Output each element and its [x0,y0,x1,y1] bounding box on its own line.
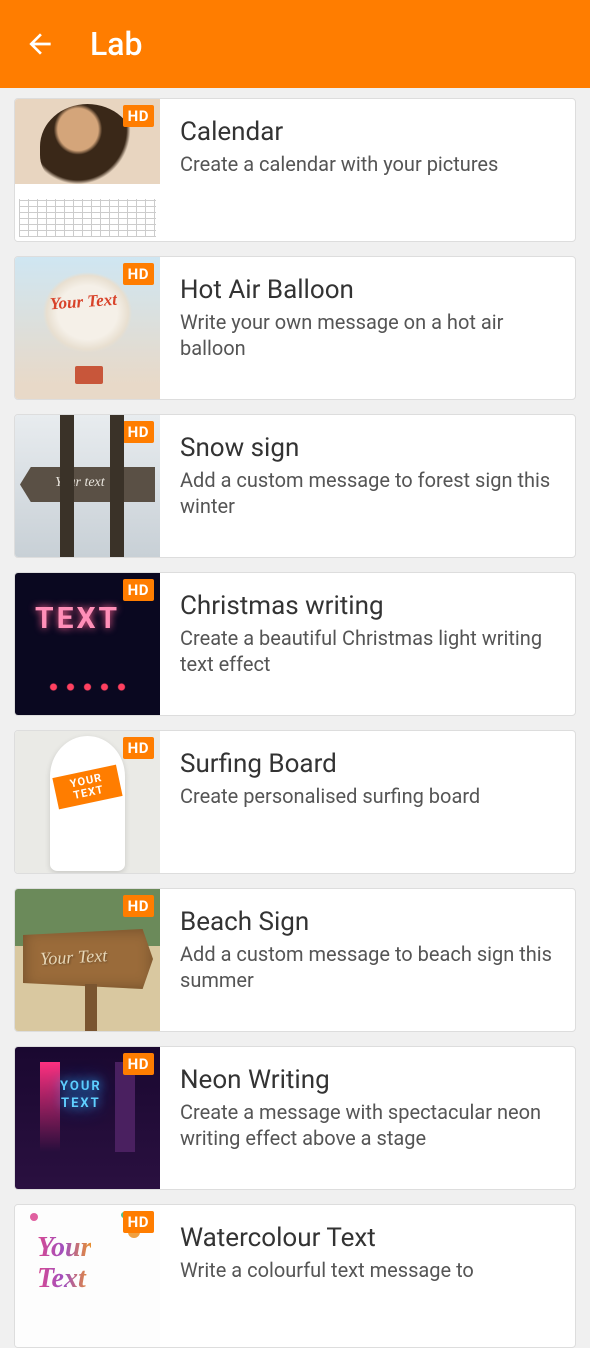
item-description: Add a custom message to forest sign this… [180,467,557,519]
item-info: Neon Writing Create a message with specta… [160,1047,575,1189]
item-info: Hot Air Balloon Write your own message on… [160,257,575,399]
item-thumbnail: YOUR TEXT HD [15,1047,160,1189]
item-description: Add a custom message to beach sign this … [180,941,557,993]
thumbnail-overlay-text: YOUR TEXT [52,765,122,810]
item-thumbnail: Your text HD [15,415,160,557]
list-item[interactable]: Your Text HD Beach Sign Add a custom messag… [14,888,576,1032]
item-info: Calendar Create a calendar with your pict… [160,99,575,241]
item-description: Write your own message on a hot air ball… [180,309,557,361]
item-title: Beach Sign [180,907,557,937]
list-item[interactable]: Your text HD Snow sign Add a custom message… [14,414,576,558]
item-thumbnail: Your Text HD [15,257,160,399]
item-info: Christmas writing Create a beautiful Chri… [160,573,575,715]
thumbnail-overlay-text: Your Text [39,945,107,969]
item-title: Calendar [180,117,557,147]
back-arrow-icon [24,28,56,60]
back-button[interactable] [20,24,60,64]
item-thumbnail: Your Text HD [15,1205,160,1347]
thumbnail-overlay-text: Your text [55,475,105,491]
item-thumbnail: HD [15,99,160,241]
thumbnail-overlay-text: Your Text [37,1233,91,1295]
hd-badge: HD [123,737,154,759]
list-item[interactable]: Your Text HD Hot Air Balloon Write your own… [14,256,576,400]
list-item[interactable]: YOUR TEXTHD Surfing Board Create personali… [14,730,576,874]
thumbnail-overlay-text: YOUR TEXT [60,1079,102,1113]
hd-badge: HD [123,105,154,127]
thumbnail-overlay-text: TEXT [35,601,120,636]
item-title: Neon Writing [180,1065,557,1095]
item-description: Create a calendar with your pictures [180,151,557,177]
item-info: Snow sign Add a custom message to forest … [160,415,575,557]
hd-badge: HD [123,579,154,601]
hd-badge: HD [123,263,154,285]
item-title: Hot Air Balloon [180,275,557,305]
list-item[interactable]: TEXTHD Christmas writing Create a beautifu… [14,572,576,716]
item-description: Create personalised surfing board [180,783,557,809]
item-title: Watercolour Text [180,1223,557,1253]
item-title: Christmas writing [180,591,557,621]
item-thumbnail: TEXTHD [15,573,160,715]
hd-badge: HD [123,1053,154,1075]
page-title: Lab [90,25,143,63]
thumbnail-overlay-text: Your Text [49,290,117,315]
item-description: Create a beautiful Christmas light writi… [180,625,557,677]
item-title: Surfing Board [180,749,557,779]
hd-badge: HD [123,421,154,443]
item-description: Create a message with spectacular neon w… [180,1099,557,1151]
item-info: Surfing Board Create personalised surfing… [160,731,575,873]
hd-badge: HD [123,895,154,917]
list-item[interactable]: HD Calendar Create a calendar with your pi… [14,98,576,242]
item-thumbnail: Your Text HD [15,889,160,1031]
list-item[interactable]: YOUR TEXT HD Neon Writing Create a message … [14,1046,576,1190]
hd-badge: HD [123,1211,154,1233]
list-item[interactable]: Your Text HD Watercolour Text Write a colou… [14,1204,576,1348]
effect-list: HD Calendar Create a calendar with your pi… [0,88,590,1348]
app-header: Lab [0,0,590,88]
item-description: Write a colourful text message to [180,1257,557,1283]
item-title: Snow sign [180,433,557,463]
item-info: Watercolour Text Write a colourful text m… [160,1205,575,1347]
item-info: Beach Sign Add a custom message to beach … [160,889,575,1031]
item-thumbnail: YOUR TEXTHD [15,731,160,873]
